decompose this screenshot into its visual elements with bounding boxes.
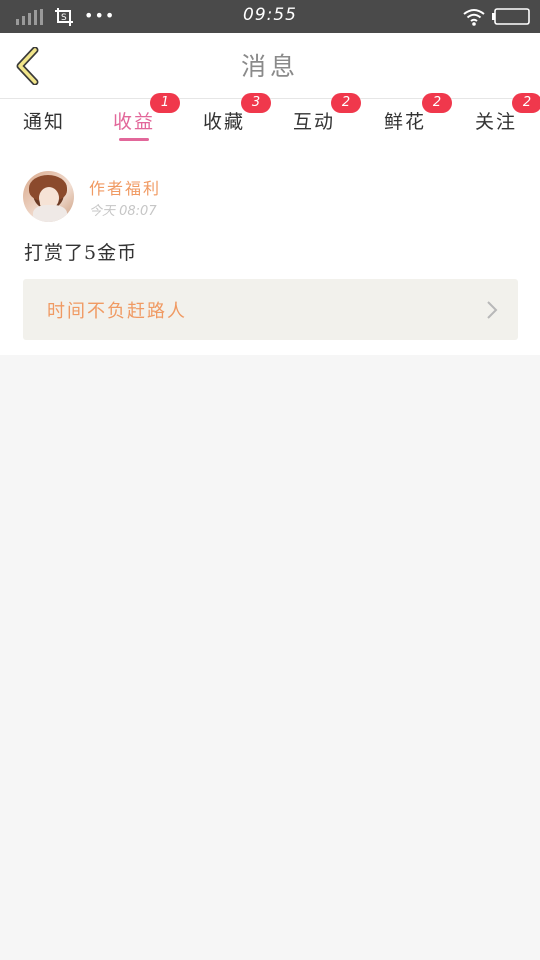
message-text: 打赏了5金币 (24, 242, 138, 264)
chevron-right-icon (487, 301, 498, 319)
battery-icon (492, 8, 530, 25)
unread-badge: 2 (512, 93, 540, 113)
unread-badge: 1 (150, 93, 180, 113)
avatar-body (33, 205, 67, 222)
message-timestamp: 今天 08:07 (89, 204, 157, 219)
book-link-card[interactable]: 时间不负赶路人 (23, 279, 518, 340)
top-navigation-bar: 消息 (0, 33, 540, 99)
author-name[interactable]: 作者福利 (89, 175, 161, 199)
unread-badge: 2 (331, 93, 361, 113)
message-card: 作者福利 今天 08:07 打赏了5金币 时间不负赶路人 (0, 145, 540, 355)
wifi-icon (463, 9, 485, 26)
tab-label: 通知 (22, 111, 65, 133)
avatar[interactable] (23, 171, 74, 222)
active-tab-indicator (119, 138, 149, 141)
page-title: 消息 (240, 52, 299, 81)
unread-badge: 3 (241, 93, 271, 113)
status-bar: S ••• 09:55 (0, 0, 540, 33)
unread-badge: 2 (422, 93, 452, 113)
book-title: 时间不负赶路人 (47, 301, 187, 322)
message-category-tabs: 通知 收益 1 收藏 3 互动 2 鲜花 2 关注 2 (0, 93, 540, 145)
status-clock: 09:55 (243, 5, 297, 25)
